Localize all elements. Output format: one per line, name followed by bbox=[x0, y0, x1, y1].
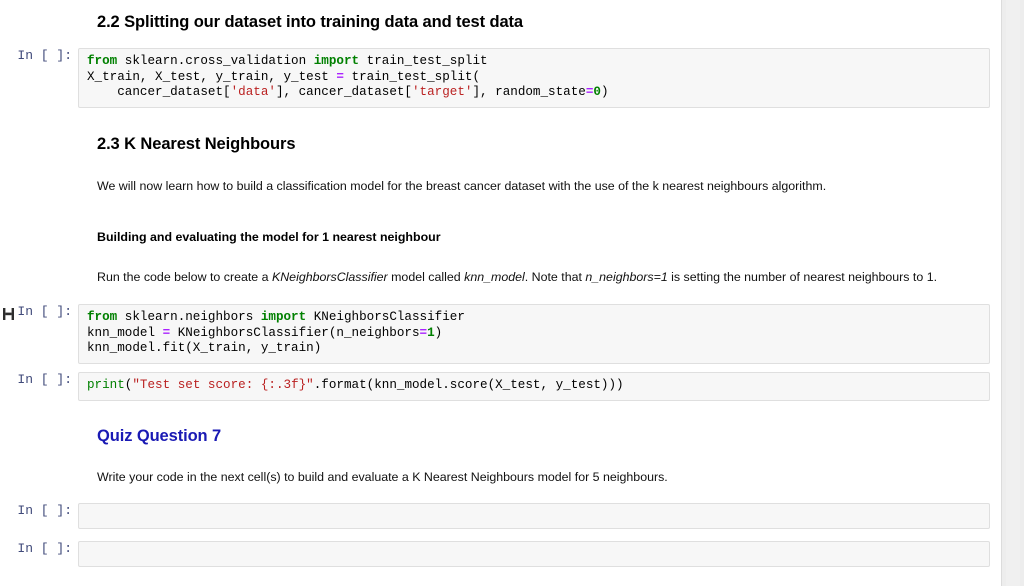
token-operator: = bbox=[336, 69, 344, 84]
token-close-paren: ) bbox=[434, 325, 443, 340]
code-cell-prompt: In [ ]: bbox=[17, 503, 72, 518]
token-string-data: 'data' bbox=[230, 85, 276, 100]
token-keyword-import: import bbox=[260, 310, 307, 324]
section-heading-2-2: 2.2 Splitting our dataset into training … bbox=[97, 13, 523, 31]
markdown-body: Quiz Question 7 bbox=[78, 426, 1002, 446]
markdown-cell-quiz-heading: Quiz Question 7 bbox=[0, 426, 1002, 446]
markdown-body: 2.3 K Nearest Neighbours bbox=[78, 134, 1002, 154]
token-operator-2: = bbox=[419, 325, 428, 340]
text-part-1: Run the code below to create a bbox=[97, 270, 272, 284]
token-string-target: 'target' bbox=[412, 85, 473, 100]
token-string-format: "Test set score: {:.3f}" bbox=[132, 378, 314, 392]
token-keyword-from: from bbox=[87, 310, 118, 324]
text-part-4: is setting the number of nearest neighbo… bbox=[667, 270, 938, 284]
code-cell-prompt: In [ ]: bbox=[17, 541, 72, 556]
token-module: sklearn.cross_validation bbox=[117, 54, 314, 68]
italic-varname: knn_model bbox=[464, 270, 525, 284]
code-input-box[interactable]: from sklearn.cross_validation import tra… bbox=[78, 48, 990, 108]
token-keyword-from: from bbox=[87, 54, 118, 68]
code-input-box-empty[interactable] bbox=[78, 503, 990, 529]
token-call: train_test_split( bbox=[343, 69, 481, 84]
vertical-scrollbar[interactable] bbox=[1001, 0, 1024, 586]
markdown-cell-section-2-3: 2.3 K Nearest Neighbours bbox=[0, 134, 1002, 154]
scrollbar-track[interactable] bbox=[1006, 0, 1020, 586]
markdown-body: We will now learn how to build a classif… bbox=[78, 178, 1002, 194]
code-cell-prompt: In [ ]: bbox=[17, 304, 72, 319]
code-source[interactable]: from sklearn.neighbors import KNeighbors… bbox=[87, 310, 981, 357]
code-input-box[interactable]: print("Test set score: {:.3f}".format(kn… bbox=[78, 372, 990, 401]
token-close-paren: ) bbox=[600, 85, 609, 100]
markdown-cell-quiz-instructions: Write your code in the next cell(s) to b… bbox=[0, 469, 1002, 485]
markdown-body: Write your code in the next cell(s) to b… bbox=[78, 469, 1002, 485]
quiz-question-heading: Quiz Question 7 bbox=[97, 427, 222, 445]
code-area[interactable]: from sklearn.cross_validation import tra… bbox=[78, 48, 990, 108]
text-part-2: model called bbox=[387, 270, 465, 284]
intro-paragraph: We will now learn how to build a classif… bbox=[97, 179, 827, 193]
markdown-cell-intro: We will now learn how to build a classif… bbox=[0, 178, 1002, 194]
run-instructions-paragraph: Run the code below to create a KNeighbor… bbox=[97, 269, 1002, 285]
markdown-body: 2.2 Splitting our dataset into training … bbox=[78, 12, 1002, 32]
notebook-page: 2.2 Splitting our dataset into training … bbox=[0, 0, 1002, 586]
token-arg-suffix: ], random_state bbox=[472, 85, 586, 100]
section-heading-2-3: 2.3 K Nearest Neighbours bbox=[97, 135, 296, 153]
markdown-body: Run the code below to create a KNeighbor… bbox=[78, 269, 1002, 285]
code-area[interactable] bbox=[78, 503, 990, 529]
markdown-cell-section-2-2: 2.2 Splitting our dataset into training … bbox=[0, 12, 1002, 32]
markdown-cell-run-instructions: Run the code below to create a KNeighbor… bbox=[0, 269, 1002, 285]
token-arg-mid: ], cancer_dataset[ bbox=[275, 85, 412, 100]
code-cell-prompt: In [ ]: bbox=[17, 372, 72, 387]
code-area[interactable]: from sklearn.neighbors import KNeighbors… bbox=[78, 304, 990, 364]
subheading-building-evaluating: Building and evaluating the model for 1 … bbox=[97, 230, 441, 244]
code-cell-print-score[interactable]: In [ ]: print("Test set score: {:.3f}".f… bbox=[0, 372, 1002, 401]
code-area[interactable]: print("Test set score: {:.3f}".format(kn… bbox=[78, 372, 990, 401]
markdown-body: Building and evaluating the model for 1 … bbox=[78, 229, 1002, 245]
code-input-box-empty[interactable] bbox=[78, 541, 990, 567]
code-cell-knn-model[interactable]: In [ ]: from sklearn.neighbors import KN… bbox=[0, 304, 1002, 364]
code-input-box[interactable]: from sklearn.neighbors import KNeighbors… bbox=[78, 304, 990, 364]
token-assign-target: knn_model bbox=[87, 325, 163, 340]
code-cell-prompt: In [ ]: bbox=[17, 48, 72, 63]
token-module: sklearn.neighbors bbox=[117, 310, 261, 324]
token-imported-name: train_test_split bbox=[359, 54, 488, 68]
code-source[interactable]: from sklearn.cross_validation import tra… bbox=[87, 54, 981, 101]
token-fit-call: knn_model.fit(X_train, y_train) bbox=[87, 341, 322, 356]
text-part-3: . Note that bbox=[524, 270, 586, 284]
code-cell-empty-2[interactable]: In [ ]: bbox=[0, 541, 1002, 567]
token-keyword-import: import bbox=[313, 54, 360, 68]
token-operator: = bbox=[162, 325, 171, 340]
token-format-call: .format(knn_model.score(X_test, y_test))… bbox=[313, 378, 624, 392]
token-number-zero: 0 bbox=[593, 85, 601, 100]
code-cell-train-test-split[interactable]: In [ ]: from sklearn.cross_validation im… bbox=[0, 48, 1002, 108]
italic-classname: KNeighborsClassifier bbox=[271, 270, 388, 284]
token-constructor-call: KNeighborsClassifier(n_neighbors bbox=[170, 325, 420, 340]
code-source[interactable]: print("Test set score: {:.3f}".format(kn… bbox=[87, 378, 981, 394]
token-assign-targets: X_train, X_test, y_train, y_test bbox=[87, 69, 337, 84]
token-arg-prefix: cancer_dataset[ bbox=[87, 85, 231, 100]
token-builtin-print: print bbox=[87, 378, 125, 392]
token-number-one: 1 bbox=[427, 325, 435, 340]
token-imported-name: KNeighborsClassifier bbox=[306, 310, 465, 324]
code-cell-empty-1[interactable]: In [ ]: bbox=[0, 503, 1002, 529]
quiz-instructions-paragraph: Write your code in the next cell(s) to b… bbox=[97, 470, 668, 484]
markdown-cell-subheading: Building and evaluating the model for 1 … bbox=[0, 229, 1002, 245]
code-area[interactable] bbox=[78, 541, 990, 567]
italic-param: n_neighbors=1 bbox=[585, 270, 668, 284]
